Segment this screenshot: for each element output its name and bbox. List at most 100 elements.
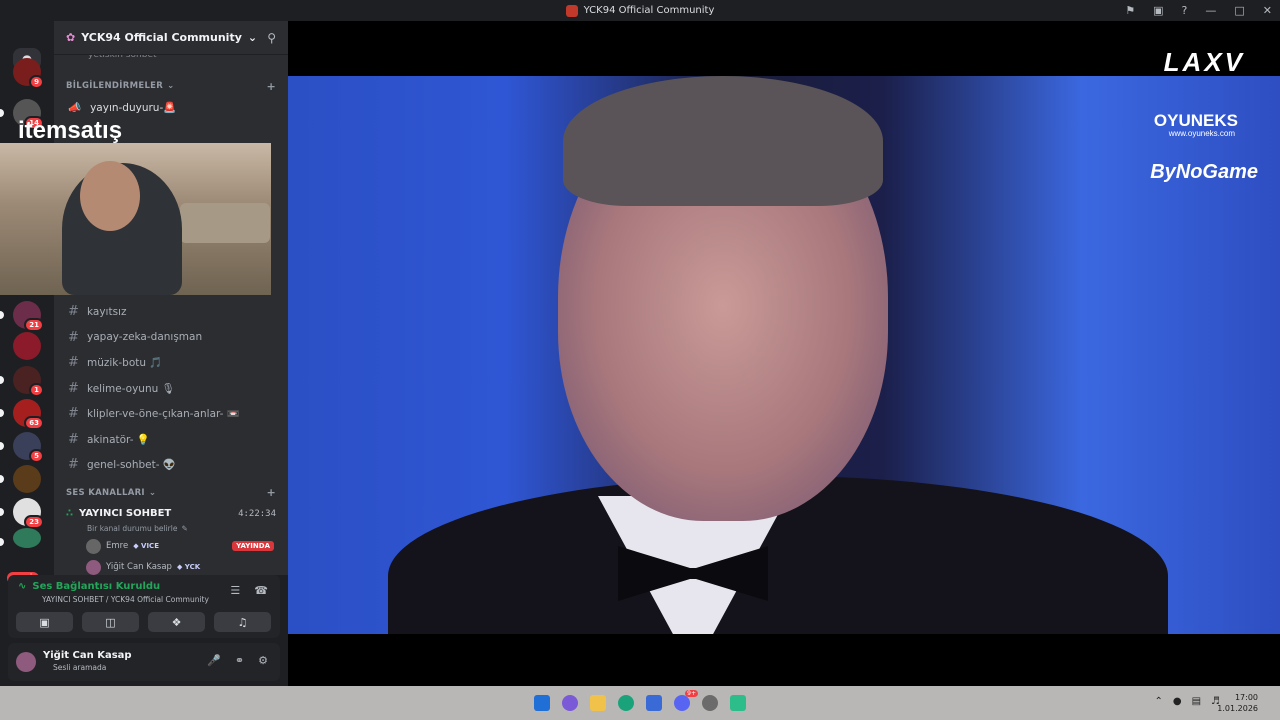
discord-taskbar-icon[interactable]: 9+ — [674, 690, 698, 711]
minimize-button[interactable]: — — [1205, 4, 1216, 17]
voice-status[interactable]: ∿ Ses Bağlantısı Kuruldu — [18, 581, 160, 592]
hash-icon: # — [68, 355, 79, 371]
unread-pip — [0, 109, 4, 117]
guild-icon[interactable]: 63 — [0, 399, 44, 430]
channel-label: yayın-duyuru-🚨 — [90, 102, 177, 115]
channel-item[interactable]: # müzik-botu 🎵 — [54, 350, 288, 376]
system-tray: ⌃ ● ▤ ♬ — [1154, 696, 1220, 707]
unread-badge: 1 — [29, 383, 44, 397]
unread-pip — [0, 442, 4, 450]
chevron-down-icon: ⌄ — [167, 81, 175, 91]
screen-share-button[interactable]: ◫ — [82, 612, 139, 632]
voice-duration: 4:22:34 — [238, 508, 276, 519]
voice-member[interactable]: Emre ◆ VICE YAYINDA — [54, 536, 288, 557]
channel-item[interactable]: # genel-sohbet- 👽 — [54, 452, 288, 478]
settings-taskbar-icon[interactable] — [702, 695, 718, 711]
channel-item[interactable]: # kayıtsız — [54, 299, 288, 325]
category-voice[interactable]: SES KANALLARI ⌄ + — [54, 484, 288, 502]
channel-label: kelime-oyunu 🎙 — [87, 382, 175, 395]
activities-icon: ❖ — [171, 615, 182, 629]
channel-label: kayıtsız — [87, 305, 127, 318]
guild-icon[interactable]: 23 — [0, 498, 44, 529]
guild-icon[interactable]: 21 — [0, 301, 44, 332]
stream-video[interactable] — [288, 76, 1280, 634]
guild-icon[interactable] — [13, 332, 41, 360]
user-avatar[interactable] — [16, 652, 36, 672]
add-channel-icon[interactable]: + — [266, 80, 276, 93]
guild-icon[interactable] — [0, 465, 41, 493]
voice-channel[interactable]: ∴ YAYINCI SOHBET 4:22:34 — [54, 506, 288, 522]
guild-icon[interactable]: 1 — [0, 366, 44, 397]
windows-start-icon[interactable] — [534, 695, 550, 711]
category-info[interactable]: BİLGİLENDİRMELER ⌄ + — [54, 77, 288, 95]
window-title: YCK94 Official Community — [583, 5, 715, 16]
hash-icon: # — [68, 457, 79, 473]
headphones-icon[interactable]: ⚭ — [235, 654, 244, 667]
pencil-icon: ✎ — [181, 524, 188, 533]
copilot-icon[interactable] — [562, 695, 578, 711]
network-icon[interactable]: ▤ — [1192, 696, 1201, 707]
hash-icon: # — [68, 304, 79, 320]
server-name: YCK94 Official Community — [81, 31, 242, 44]
megaphone-icon: 📣 — [68, 102, 82, 115]
stream-view[interactable]: LAXV OYUNEKS www.oyuneks.com ByNoGame — [288, 21, 1280, 686]
screen-share-icon: ◫ — [105, 615, 116, 629]
mic-tray-icon[interactable]: ● — [1173, 696, 1182, 707]
video-hair-shape — [563, 76, 883, 206]
hash-icon: # — [68, 380, 79, 396]
channel-item[interactable]: # akinatör- 💡 — [54, 427, 288, 453]
chevron-up-icon[interactable]: ⌃ — [1154, 696, 1162, 707]
channel-label: müzik-botu 🎵 — [87, 357, 163, 370]
user-panel: Yiğit Can Kasap Sesli aramada 🎤 ⚭ ⚙ — [8, 643, 280, 681]
server-boost-icon: ✿ — [66, 31, 76, 44]
app-taskbar-icon[interactable] — [730, 695, 746, 711]
channel-label: yapay-zeka-danışman — [87, 331, 203, 344]
microphone-icon[interactable]: 🎤 — [207, 654, 221, 667]
channel-item[interactable]: # klipler-ve-öne-çıkan-anlar- 📼 — [54, 401, 288, 427]
guild-icon[interactable] — [0, 528, 41, 548]
file-explorer-icon[interactable] — [590, 695, 606, 711]
soundboard-button[interactable]: ♫ — [214, 612, 271, 632]
camera-off-icon: ▣ — [39, 615, 50, 629]
clipped-channel[interactable]: yetiskin sohbet — [54, 55, 288, 63]
window-icon[interactable]: ▣ — [1153, 4, 1163, 17]
settings-gear-icon[interactable]: ⚙ — [258, 654, 268, 667]
disconnect-icon[interactable]: ☎ — [254, 584, 268, 597]
edge-browser-icon[interactable] — [618, 695, 634, 711]
guild-icon[interactable]: 5 — [0, 432, 44, 463]
server-header[interactable]: ✿ YCK94 Official Community ⌄ ⚲ — [54, 21, 288, 55]
activities-button[interactable]: ❖ — [148, 612, 205, 632]
add-member-icon[interactable]: ⚲ — [267, 31, 276, 45]
sponsor-url: www.oyuneks.com — [1168, 129, 1235, 138]
channel-item[interactable]: # yapay-zeka-danışman — [54, 325, 288, 351]
user-name[interactable]: Yiğit Can Kasap — [43, 650, 132, 661]
noise-suppression-icon[interactable]: ☰ — [230, 584, 240, 597]
soundboard-icon: ♫ — [237, 615, 248, 629]
webcam-sofa-shape — [180, 203, 270, 243]
add-channel-icon[interactable]: + — [266, 486, 276, 499]
close-button[interactable]: ✕ — [1263, 4, 1272, 17]
chevron-down-icon: ⌄ — [148, 487, 157, 498]
camera-off-button[interactable]: ▣ — [16, 612, 73, 632]
maximize-button[interactable]: □ — [1234, 4, 1244, 17]
voice-channel-name: YAYINCI SOHBET — [78, 508, 172, 519]
status-prompt-text: Bir kanal durumu belirle — [87, 524, 178, 533]
avatar — [86, 559, 101, 575]
unread-badge: 9 — [29, 75, 44, 89]
channel-status-prompt[interactable]: Bir kanal durumu belirle ✎ — [54, 522, 288, 536]
voice-location[interactable]: YAYINCI SOHBET / YCK94 Official Communit… — [42, 595, 209, 604]
live-badge[interactable]: YAYINDA — [232, 541, 274, 551]
store-icon[interactable] — [646, 695, 662, 711]
guild-icon[interactable]: 9 — [13, 58, 44, 89]
unread-pip — [0, 508, 4, 516]
member-tag-label: VICE — [141, 542, 159, 550]
help-icon[interactable]: ? — [1182, 4, 1188, 17]
unread-badge: 23 — [24, 515, 44, 529]
inbox-icon[interactable]: ⚑ — [1125, 4, 1135, 17]
taskbar-clock[interactable]: 17:00 1.01.2026 — [1217, 692, 1258, 714]
channel-label: akinatör- 💡 — [87, 433, 150, 446]
webcam-overlay — [0, 143, 271, 295]
channel-label: klipler-ve-öne-çıkan-anlar- 📼 — [87, 408, 240, 421]
member-name: Emre — [106, 541, 129, 551]
channel-item[interactable]: # kelime-oyunu 🎙 — [54, 376, 288, 402]
